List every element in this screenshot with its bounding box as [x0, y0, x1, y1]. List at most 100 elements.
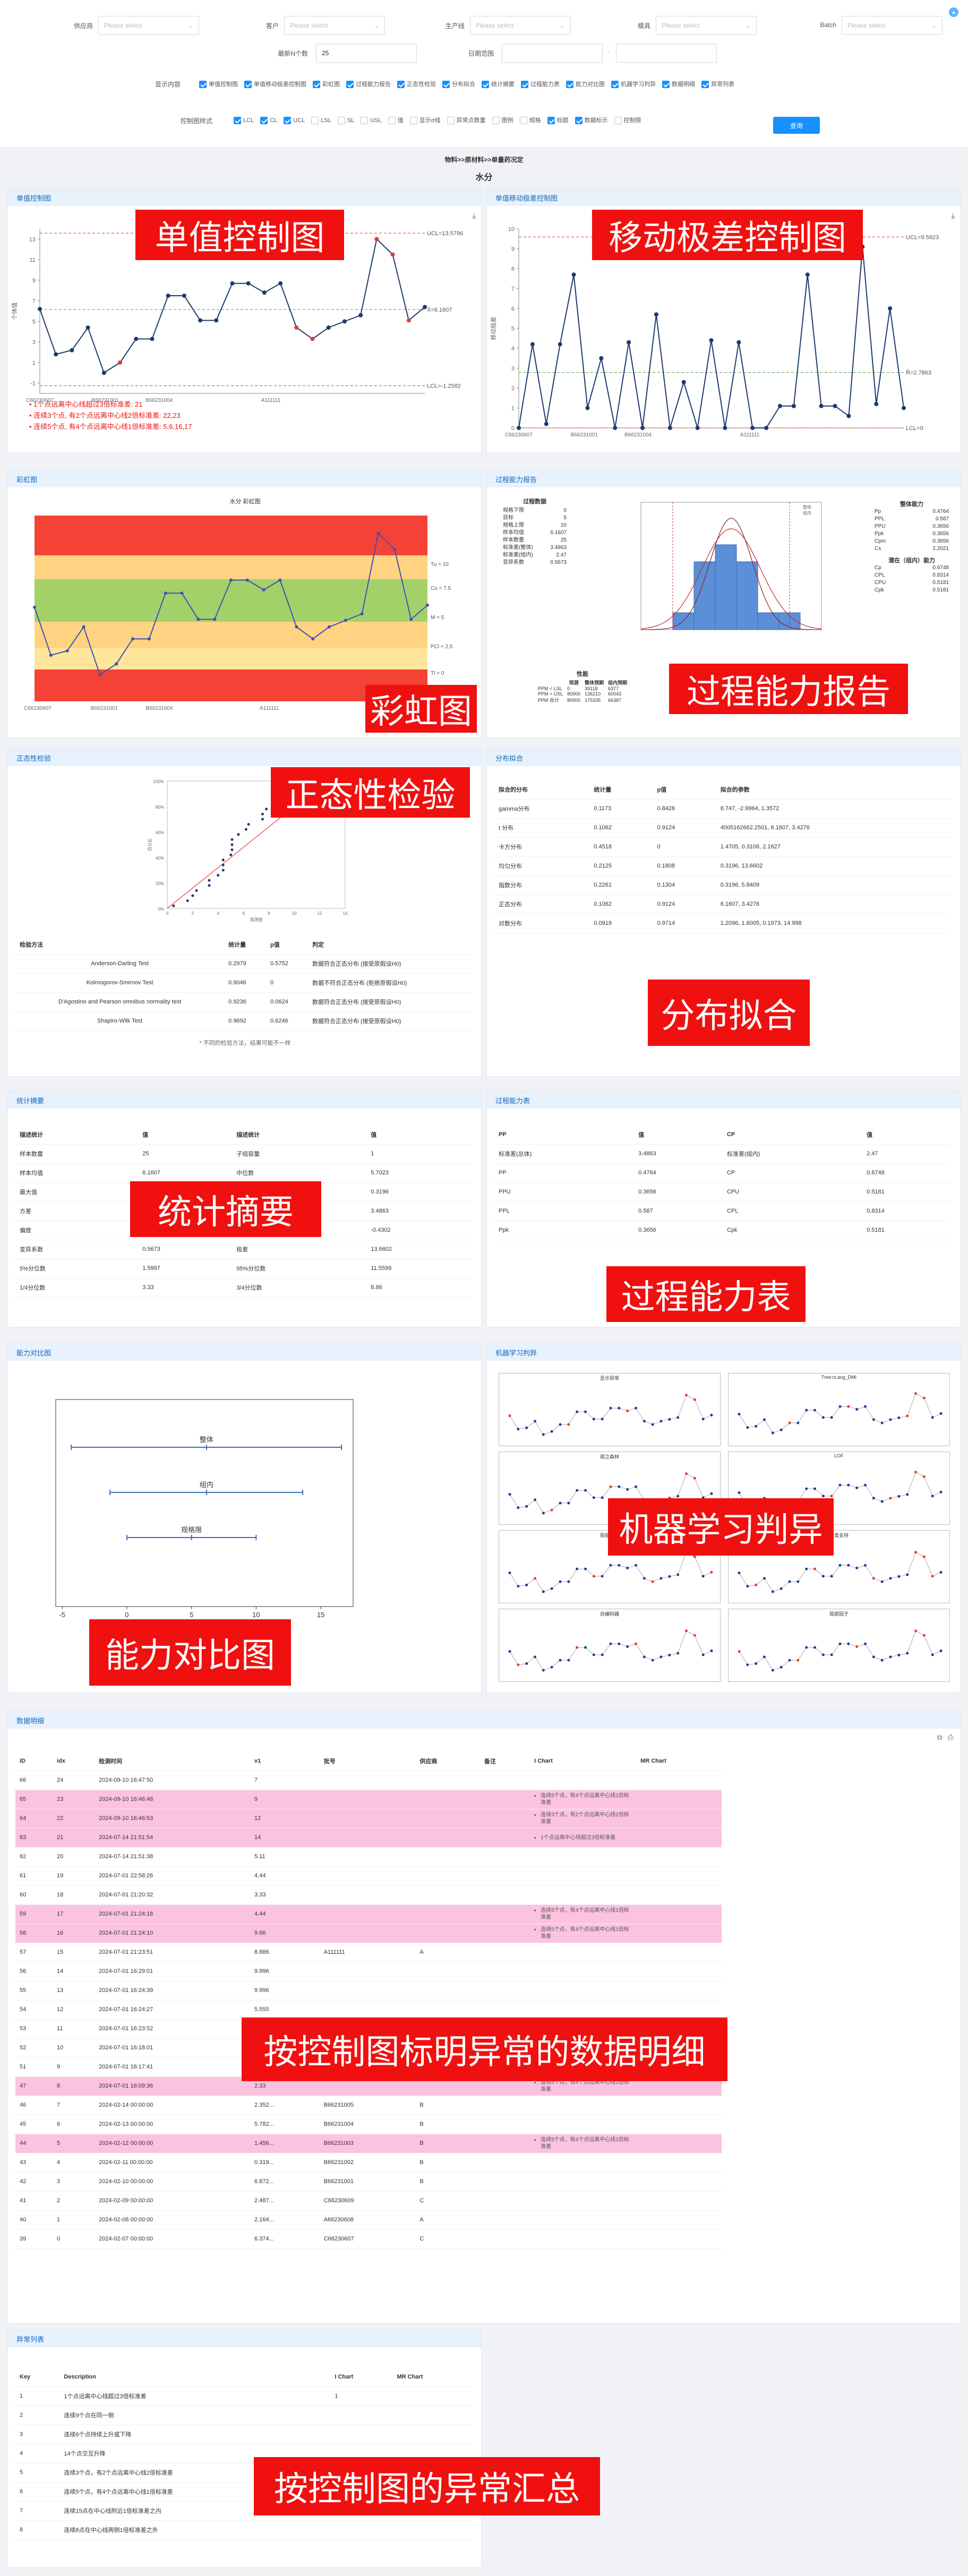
ml-point	[643, 1420, 646, 1423]
data-point	[406, 318, 411, 323]
ml-point	[738, 1650, 741, 1653]
checkbox-option[interactable]: 值	[388, 114, 404, 127]
checkbox-option[interactable]: 异常列表	[701, 78, 734, 91]
perf-header-cell: 组内预期	[608, 680, 628, 685]
date-start-input[interactable]	[502, 44, 603, 63]
performance-block: 性能 观测 整体预期 组内预期 PPM < LSL 0 39118 6377 PPM > US…	[503, 669, 662, 705]
ml-point	[559, 1580, 562, 1583]
table-cell: 0.3656	[634, 1221, 723, 1240]
checkbox-label: 过程能力报告	[356, 81, 391, 88]
table-row: 44 5 2024-02-12 00:00:00 1.456... B66231003 B…	[15, 2134, 722, 2153]
ml-point	[567, 1659, 570, 1662]
rainbow-point	[115, 662, 118, 666]
checkbox-option[interactable]: CL	[260, 114, 277, 127]
checkbox-option[interactable]: 控制限	[614, 114, 641, 127]
ml-point	[534, 1420, 536, 1423]
filter-select[interactable]: Please select ⌄	[98, 16, 199, 35]
checkbox-option[interactable]: 数据标示	[575, 114, 608, 127]
checkbox-option[interactable]: 单值控制图	[199, 78, 238, 91]
data-point	[874, 402, 879, 406]
table-cell: 1	[53, 2210, 95, 2230]
checkbox-option[interactable]: 彩虹图	[313, 78, 340, 91]
checkbox-option[interactable]: 单值移动极差控制图	[244, 78, 306, 91]
row-key: Pp	[875, 509, 881, 514]
table-cell	[479, 2172, 530, 2192]
checkbox-option[interactable]: LCL	[234, 114, 254, 127]
table-cell: 0.9124	[653, 818, 716, 838]
perf-cell: PPM 合计	[537, 698, 559, 703]
panel-toggle-button[interactable]: ▲	[949, 7, 958, 17]
checkbox-option[interactable]: SL	[337, 114, 354, 127]
mr-chart-cell	[636, 2000, 722, 2020]
checkbox-icon	[547, 117, 555, 124]
x-tick-label: 14	[343, 911, 348, 916]
checkbox-option[interactable]: LSL	[311, 114, 331, 127]
checkbox-option[interactable]: 分布拟合	[442, 78, 475, 91]
recent-n-input[interactable]: 25	[316, 44, 417, 63]
mr-chart-header: 单值移动极差控制图	[487, 189, 960, 206]
table-cell	[479, 2115, 530, 2134]
perf-cell: 39118	[585, 686, 598, 691]
perf-cell: 175335	[585, 697, 601, 703]
checkbox-label: 过程能力表	[530, 81, 560, 88]
ml-point	[939, 1570, 943, 1574]
table-row: D'Agostino and Pearson omnibus normality…	[15, 992, 472, 1012]
print-icon[interactable]: ⎙	[948, 1733, 954, 1742]
checkbox-option[interactable]: 统计摘要	[482, 78, 515, 91]
anomaly-item: 连续5个点，有4个点远离中心线1倍标准差	[541, 1907, 632, 1921]
checkbox-option[interactable]: 正态性检验	[397, 78, 436, 91]
checkbox-option[interactable]: USL	[361, 114, 382, 127]
row-val: 0.5181	[932, 587, 949, 593]
checkbox-label: USL	[370, 117, 382, 124]
checkbox-icon	[346, 81, 354, 88]
ml-point	[771, 1431, 774, 1435]
checkbox-option[interactable]: 数据明细	[662, 78, 695, 91]
row-key: 变异系数	[503, 560, 524, 565]
filter-placeholder: Please select	[847, 22, 886, 29]
checkbox-option[interactable]: 异常点数量	[447, 114, 486, 127]
checkbox-option[interactable]: 能力对比图	[566, 78, 605, 91]
checkbox-option[interactable]: UCL	[284, 114, 305, 127]
ml-point	[889, 1655, 892, 1659]
filter-placeholder: Please select	[662, 22, 700, 29]
table-cell: 连续9个点在同一侧	[59, 2406, 331, 2425]
display-content-options: 单值控制图 单值移动极差控制图 彩虹图 过程能力报告 正态性检验 分布拟合 统计摘要 过程能力…	[199, 78, 858, 93]
checkbox-option[interactable]: 规格	[519, 114, 541, 127]
i-chart-cell	[530, 2096, 637, 2115]
checkbox-option[interactable]: 图例	[492, 114, 513, 127]
checkbox-option[interactable]: 显示σ线	[409, 114, 441, 127]
filter-select[interactable]: Please select ⌄	[842, 16, 943, 35]
table-cell: 51	[15, 2057, 53, 2077]
checkbox-icon	[397, 81, 405, 88]
ml-point	[668, 1418, 671, 1421]
y-tick-label: 3	[32, 339, 36, 346]
checkbox-option[interactable]: 机器学习判异	[611, 78, 656, 91]
table-cell: 样本数量	[15, 1144, 139, 1164]
checkbox-option[interactable]: 过程能力报告	[346, 78, 391, 91]
ml-panel-title: 孤立森林	[599, 1454, 619, 1459]
table-cell: 3.4863	[366, 1201, 472, 1221]
copy-icon[interactable]: ⧉	[937, 1733, 943, 1742]
filter-select[interactable]: Please select ⌄	[470, 16, 571, 35]
rainbow-point	[147, 637, 151, 641]
range-label: 整体	[200, 1436, 213, 1444]
table-row: 卡方分布 0.4518 0 1.4705, 0.3106, 2.1627	[494, 837, 951, 857]
table-cell: 8	[53, 2076, 95, 2096]
compare-svg: -5 0 5 10 15 整体组内规格限	[55, 1399, 354, 1619]
ml-panel-svg	[508, 1394, 713, 1436]
checkbox-option[interactable]: 标题	[547, 114, 569, 127]
filter-select[interactable]: Please select ⌄	[656, 16, 757, 35]
y-tick-label: 10	[508, 226, 515, 233]
table-cell	[319, 1866, 416, 1886]
date-end-input[interactable]	[616, 44, 717, 63]
table-cell	[415, 1847, 480, 1867]
ml-point	[550, 1587, 553, 1590]
overall-capability-rows: Pp 0.4764 PPL 0.587 PPU 0.3656 Ppk 0.3656 Cpm 0.3…	[875, 508, 949, 553]
perf-header-cell: 整体预期	[585, 680, 604, 685]
query-button[interactable]: 查询	[773, 117, 820, 134]
header-cell: ID	[15, 1751, 53, 1771]
table-row: 3 连续6个点持续上升或下降	[15, 2425, 472, 2444]
ml-point	[864, 1564, 867, 1567]
filter-select[interactable]: Please select ⌄	[284, 16, 385, 35]
checkbox-option[interactable]: 过程能力表	[521, 78, 560, 91]
